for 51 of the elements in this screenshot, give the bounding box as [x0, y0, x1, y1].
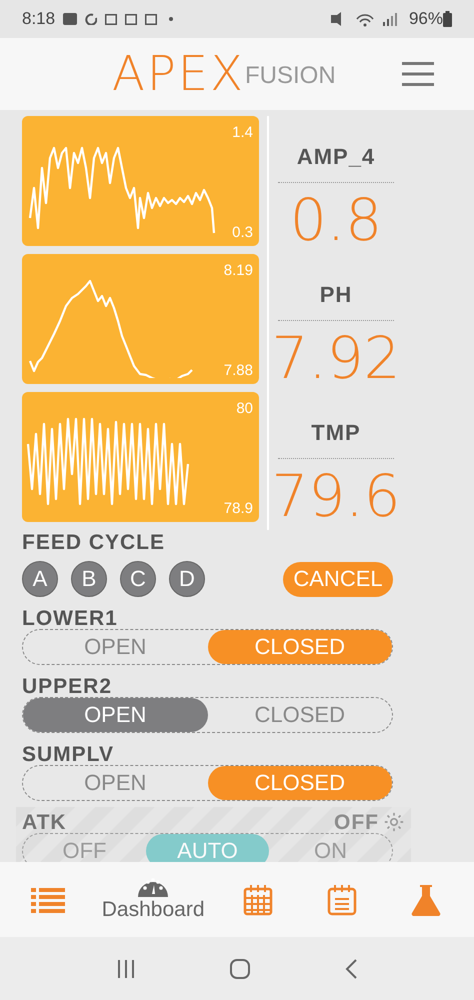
feed-button[interactable]: B [71, 561, 107, 597]
feed-button[interactable]: C [120, 561, 156, 597]
battery-percent: 96% [408, 8, 443, 30]
state-option[interactable]: CLOSED [208, 698, 392, 732]
max-value: 8.19 [224, 261, 253, 281]
max-value: 80 [236, 399, 253, 419]
state-option[interactable]: OPEN [23, 698, 208, 732]
state-option[interactable]: CLOSED [208, 630, 392, 664]
min-value: 78.9 [224, 498, 253, 518]
news-icon [145, 14, 158, 24]
logo-subtext: FUSION [245, 64, 336, 88]
list-icon [30, 886, 65, 914]
probe-value: 79.6 [271, 461, 401, 532]
state-option[interactable]: OPEN [23, 766, 208, 800]
logo-text: APEX [112, 50, 245, 98]
outlet-name: LOWER1 [22, 608, 118, 629]
battery-icon [443, 11, 452, 27]
sparkline-tile[interactable]: 8.19 7.88 [22, 254, 259, 384]
feed-button[interactable]: A [22, 561, 58, 597]
status-time: 8:18 [22, 8, 56, 30]
sparkline-tile[interactable]: 1.4 0.3 [22, 116, 259, 246]
back-icon[interactable] [344, 958, 358, 980]
cancel-button[interactable]: CANCEL [283, 562, 393, 596]
state-option[interactable]: CLOSED [208, 766, 392, 800]
section-title: FEED CYCLE [22, 532, 166, 553]
sync-icon [85, 13, 98, 25]
probe-value: 0.8 [290, 185, 382, 256]
calendar-icon [243, 884, 274, 916]
probe-name: PH [320, 284, 352, 306]
min-value: 0.3 [232, 222, 253, 242]
feed-button[interactable]: D [169, 561, 205, 597]
menu-icon[interactable] [402, 62, 434, 86]
flask-icon [410, 884, 442, 916]
outlet-name: UPPER2 [22, 676, 112, 697]
news-icon [125, 14, 138, 24]
more-notifications-icon [169, 17, 174, 21]
probe-value: 7.92 [271, 323, 401, 394]
probe-name: TMP [311, 422, 361, 444]
app-notification-icon [63, 13, 78, 25]
recents-icon[interactable] [116, 958, 136, 978]
outlet-status: OFF [334, 812, 379, 833]
news-icon [105, 14, 118, 24]
max-value: 1.4 [232, 123, 253, 143]
probe-name: AMP_4 [296, 146, 376, 168]
min-value: 7.88 [224, 360, 253, 380]
state-option[interactable]: OPEN [23, 630, 208, 664]
sparkline-tile[interactable]: 80 78.9 [22, 392, 259, 522]
home-icon[interactable] [228, 958, 251, 980]
notepad-icon [327, 884, 358, 916]
outlet-name: ATK [22, 812, 67, 833]
outlet-name: SUMPLV [22, 744, 114, 765]
